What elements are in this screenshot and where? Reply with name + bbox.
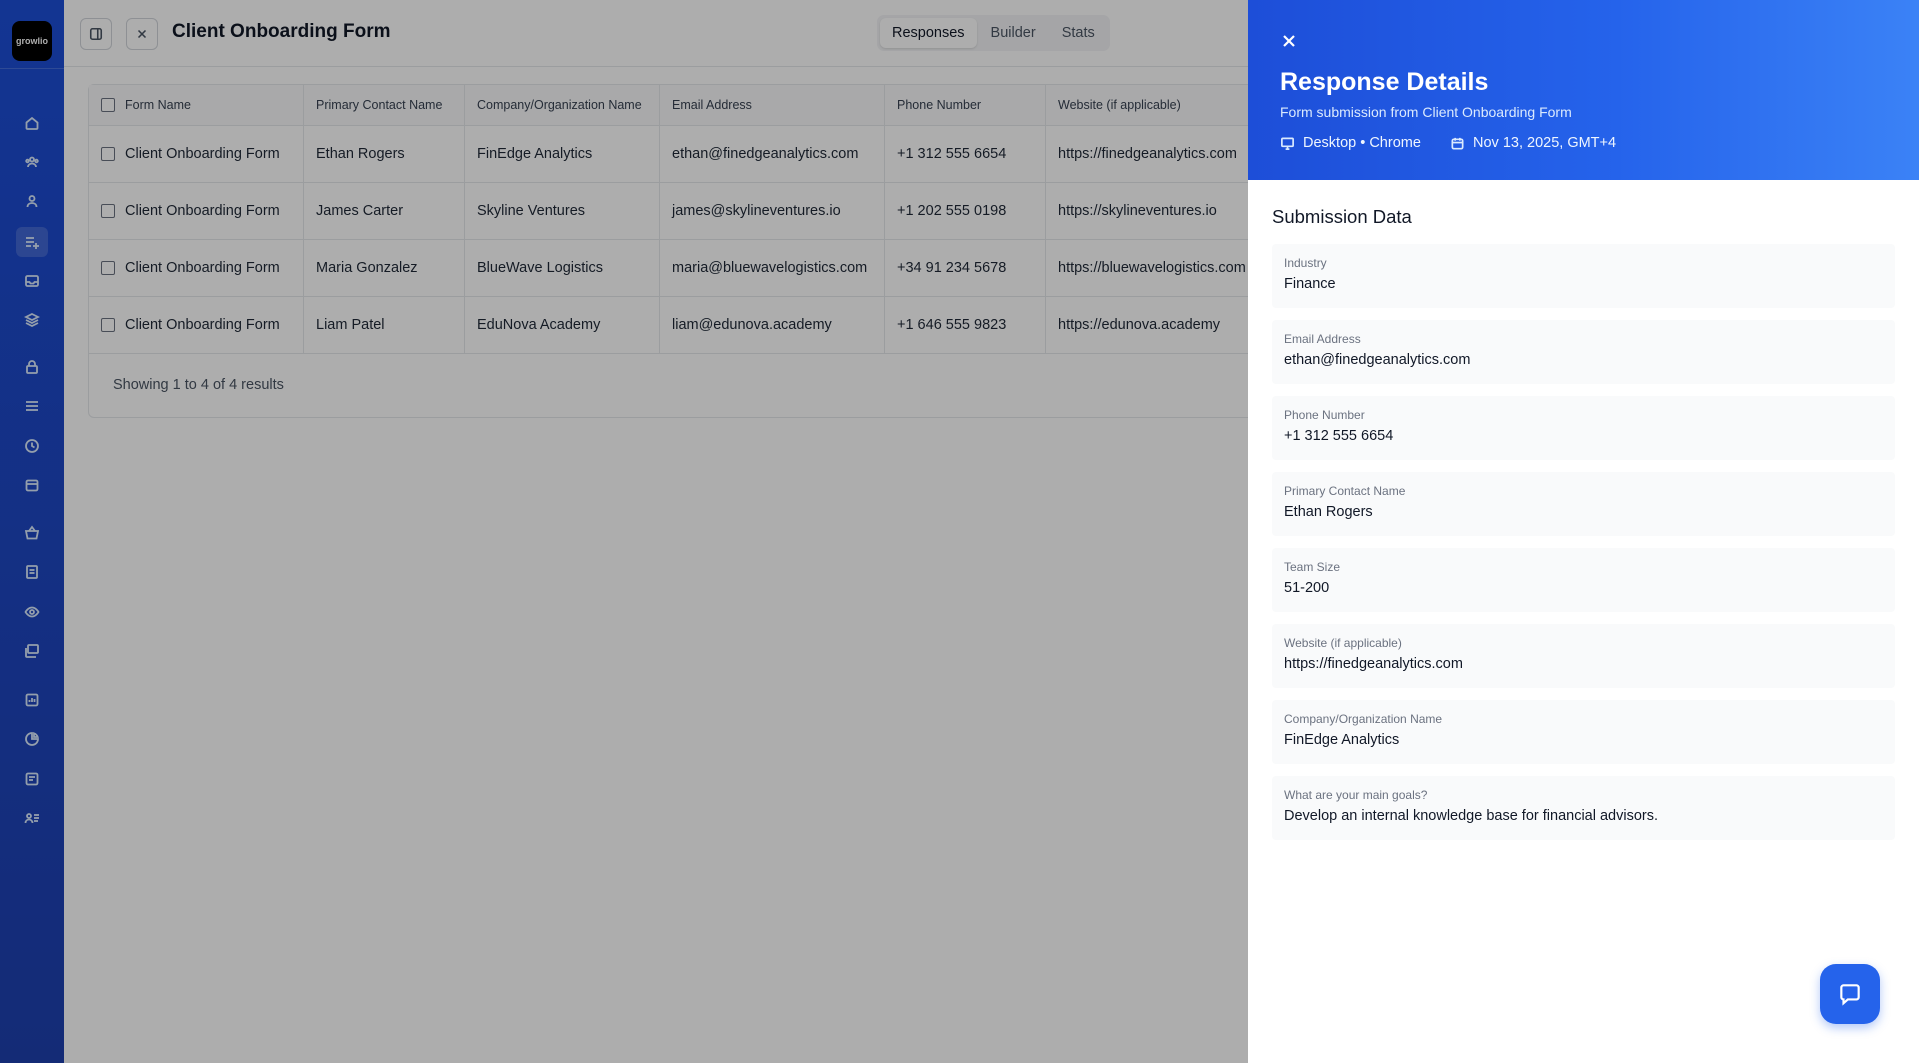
field-label: Primary Contact Name [1284,484,1406,498]
field-value: 51-200 [1284,580,1330,596]
help-chat-button[interactable] [1820,964,1880,1024]
field-card: Team Size 51-200 [1272,548,1895,612]
field-card: Primary Contact Name Ethan Rogers [1272,472,1895,536]
field-label: Email Address [1284,332,1361,346]
field-value: Develop an internal knowledge base for f… [1284,808,1658,824]
field-label: Phone Number [1284,408,1365,422]
close-icon [1283,35,1295,47]
date-text: Nov 13, 2025, GMT+4 [1473,135,1617,151]
field-label: Website (if applicable) [1284,636,1402,650]
field-value: https://finedgeanalytics.com [1284,656,1463,672]
modal-backdrop[interactable] [0,0,1248,1063]
drawer-title: Response Details [1280,68,1489,96]
calendar-icon [1451,137,1464,149]
field-label: Company/Organization Name [1284,712,1443,726]
field-card: Company/Organization Name FinEdge Analyt… [1272,700,1895,764]
device-info: Desktop • Chrome [1280,135,1421,151]
section-title: Submission Data [1272,206,1412,227]
field-label: Industry [1284,256,1327,270]
field-label: Team Size [1284,560,1341,574]
monitor-icon [1281,137,1294,150]
field-value: FinEdge Analytics [1284,732,1400,748]
close-drawer-button[interactable] [1278,30,1300,52]
field-card: Email Address ethan@finedgeanalytics.com [1272,320,1895,384]
submission-date: Nov 13, 2025, GMT+4 [1450,135,1616,151]
field-value: Ethan Rogers [1284,504,1373,520]
field-value: ethan@finedgeanalytics.com [1284,352,1471,368]
field-label: What are your main goals? [1284,788,1428,802]
field-value: +1 312 555 6654 [1284,428,1394,444]
drawer-header: Response Details Form submission from Cl… [1248,0,1919,180]
chat-bubble-icon [1840,984,1860,1006]
field-card: Phone Number +1 312 555 6654 [1272,396,1895,460]
field-card: Website (if applicable) https://finedgea… [1272,624,1895,688]
drawer-subtitle: Form submission from Client Onboarding F… [1280,104,1572,120]
device-text: Desktop • Chrome [1303,135,1421,151]
field-card: What are your main goals? Develop an int… [1272,776,1895,840]
response-details-drawer: Response Details Form submission from Cl… [1248,0,1919,1063]
field-value: Finance [1284,276,1336,292]
field-card: Industry Finance [1272,244,1895,308]
